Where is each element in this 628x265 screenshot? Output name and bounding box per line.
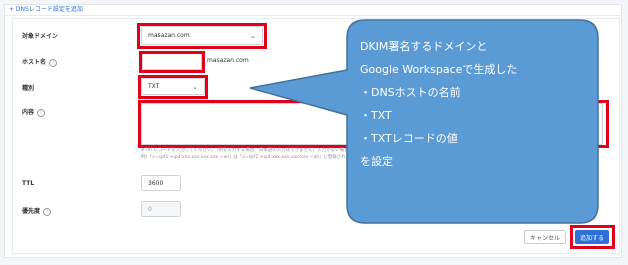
callout-bubble: [249, 19, 599, 224]
callout-text: DKIM署名するドメインと Google Workspaceで生成した ・DNS…: [360, 40, 518, 168]
